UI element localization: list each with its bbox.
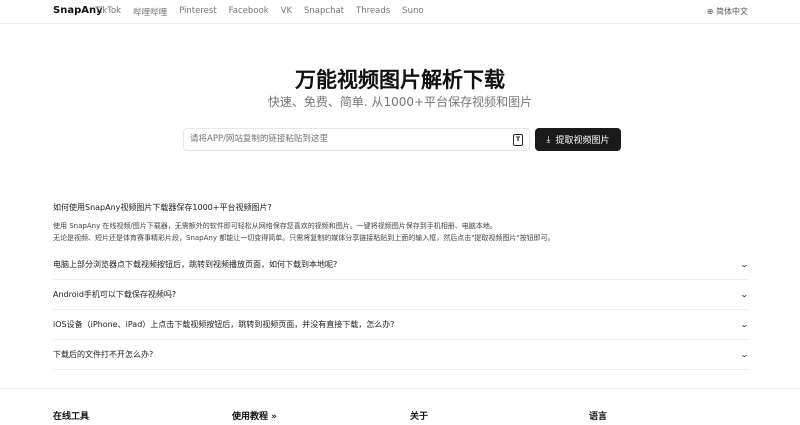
nav-links: TikTok 哔哩哔哩 Pinterest Facebook VK Snapch…: [95, 6, 424, 18]
url-input[interactable]: [190, 134, 490, 144]
language-label: 简体中文: [716, 7, 748, 16]
footer-heading-tutorial[interactable]: 使用教程 »: [232, 409, 277, 422]
faq-answer-line: 使用 SnapAny 在线视频/图片下载器，无需额外的软件即可轻松从网络保存您喜…: [53, 222, 497, 230]
nav-link-snapchat[interactable]: Snapchat: [304, 6, 344, 18]
download-icon: ⤓: [546, 134, 551, 145]
faq-list: 电脑上部分浏览器点下载视频按钮后，跳转到视频播放页面，如何下载到本地呢? ⌄ An…: [53, 250, 750, 370]
nav-link-tiktok[interactable]: TikTok: [95, 6, 121, 18]
faq-question: Android手机可以下载保存视频吗?: [53, 290, 177, 299]
chevron-down-icon: ⌄: [739, 320, 750, 329]
nav-link-suno[interactable]: Suno: [402, 6, 423, 18]
footer-heading-about: 关于: [410, 412, 429, 422]
faq-question: 电脑上部分浏览器点下载视频按钮后，跳转到视频播放页面，如何下载到本地呢?: [53, 260, 338, 269]
nav-link-facebook[interactable]: Facebook: [229, 6, 269, 18]
faq-question[interactable]: 如何使用SnapAny视频图片下载器保存1000+平台视频图片?: [53, 202, 748, 213]
chevron-down-icon: ⌄: [739, 290, 750, 299]
clipboard-icon[interactable]: T: [513, 134, 523, 146]
footer-heading-tools: 在线工具: [53, 412, 90, 422]
faq-item[interactable]: 下载后的文件打不开怎么办? ⌄: [53, 340, 750, 370]
url-input-box: T: [183, 128, 530, 151]
extract-button[interactable]: ⤓ 提取视频图片: [535, 128, 621, 151]
chevron-down-icon: ⌄: [739, 350, 750, 359]
page-title: 万能视频图片解析下载: [295, 68, 505, 92]
faq-question: iOS设备（iPhone、iPad）上点击下载视频按钮后，跳转到视频页面，并没有…: [53, 320, 395, 329]
globe-icon: ⊕: [706, 7, 714, 16]
faq-question: 下载后的文件打不开怎么办?: [53, 350, 154, 359]
footer: 在线工具 使用教程 » 关于 语言: [0, 388, 800, 422]
faq-item[interactable]: iOS设备（iPhone、iPad）上点击下载视频按钮后，跳转到视频页面，并没有…: [53, 310, 750, 340]
nav-link-pinterest[interactable]: Pinterest: [179, 6, 217, 18]
faq-item[interactable]: 电脑上部分浏览器点下载视频按钮后，跳转到视频播放页面，如何下载到本地呢? ⌄: [53, 250, 750, 280]
top-nav: SnapAny TikTok 哔哩哔哩 Pinterest Facebook V…: [0, 0, 800, 24]
language-selector[interactable]: ⊕ 简体中文: [707, 6, 748, 17]
footer-heading-language: 语言: [589, 412, 608, 422]
nav-link-bilibili[interactable]: 哔哩哔哩: [133, 6, 167, 18]
extract-button-label: 提取视频图片: [555, 136, 610, 146]
chevron-down-icon: ⌄: [739, 260, 750, 269]
faq-item[interactable]: Android手机可以下载保存视频吗? ⌄: [53, 280, 750, 310]
faq-open-item: 如何使用SnapAny视频图片下载器保存1000+平台视频图片? 使用 Snap…: [53, 202, 748, 244]
nav-link-vk[interactable]: VK: [281, 6, 292, 18]
nav-link-threads[interactable]: Threads: [356, 6, 390, 18]
page-subtitle: 快速、免费、简单. 从1000+平台保存视频和图片: [267, 95, 533, 109]
faq-answer-line: 无论是视频、短片还是体育赛事精彩片段，SnapAny 都能让一切变得简单。只需将…: [53, 234, 555, 242]
